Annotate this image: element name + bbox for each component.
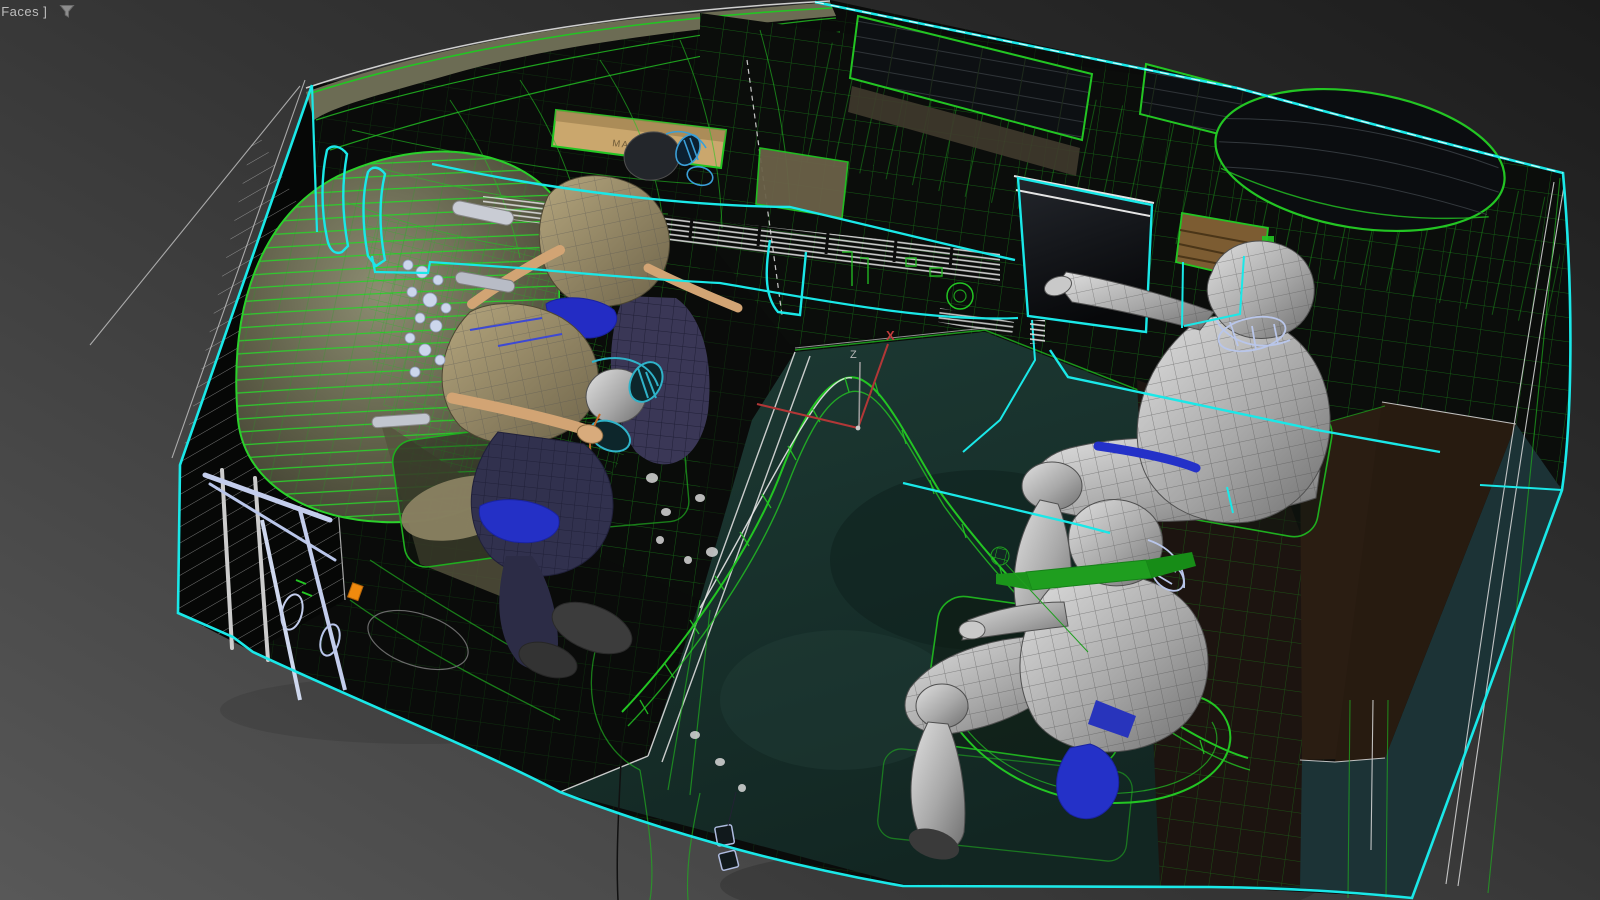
filter-funnel-icon[interactable] bbox=[59, 4, 75, 19]
viewport-3d[interactable]: MAP CA bbox=[0, 0, 1600, 900]
figureB-knee bbox=[916, 684, 968, 728]
gizmo-z-label: Z bbox=[850, 349, 857, 361]
viewport-selection-label[interactable]: [ Faces ] bbox=[0, 4, 47, 19]
viewport-hud: [ Faces ] bbox=[0, 4, 75, 19]
gizmo-z-axis[interactable] bbox=[859, 362, 860, 428]
gizmo-center bbox=[856, 426, 861, 431]
monitor-bracket bbox=[1030, 320, 1045, 344]
weapon-scribble bbox=[991, 547, 1009, 565]
figureA-head-mesh bbox=[1207, 241, 1314, 338]
gizmo-x-label: X bbox=[886, 328, 895, 343]
note-2 bbox=[718, 850, 739, 871]
viewport-canvas[interactable]: MAP CA bbox=[0, 0, 1600, 900]
figureB-hand bbox=[959, 621, 985, 639]
